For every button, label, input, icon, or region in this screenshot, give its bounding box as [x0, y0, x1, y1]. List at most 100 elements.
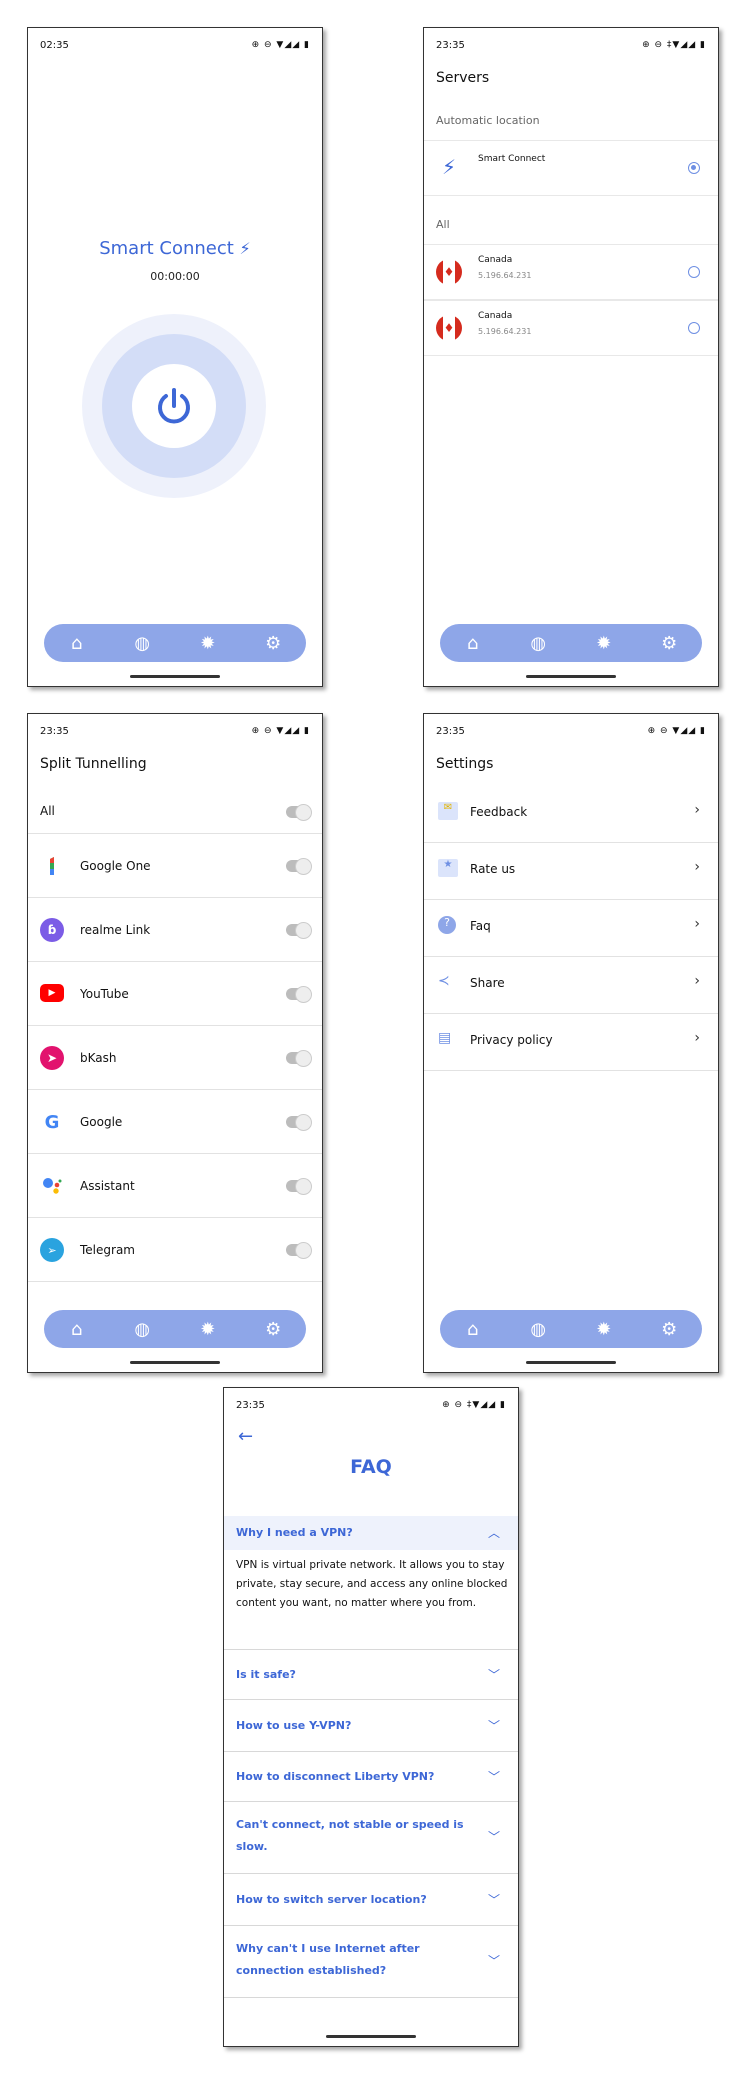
flame-icon[interactable]: ✹	[589, 633, 619, 654]
faq-question: How to switch server location?	[236, 1893, 427, 1906]
bolt-icon: ⚡	[239, 239, 251, 258]
app-label: bKash	[80, 1051, 117, 1065]
home-icon[interactable]: ⌂	[458, 1319, 488, 1340]
home-icon[interactable]: ⌂	[62, 1319, 92, 1340]
server-name: Canada	[478, 311, 513, 321]
server-radio[interactable]	[688, 162, 700, 174]
canada-flag-icon: ♦	[436, 259, 462, 285]
app-label: Assistant	[80, 1179, 135, 1193]
toggle-switch[interactable]	[286, 858, 312, 875]
settings-item-privacy[interactable]: ▤ Privacy policy ›	[424, 1014, 718, 1071]
settings-item-rate-us[interactable]: ★ Rate us ›	[424, 843, 718, 900]
faq-question: How to use Y-VPN?	[236, 1719, 352, 1732]
status-icons: ⊕ ⊖ ▼◢◢ ▮	[251, 40, 310, 50]
faq-question: How to disconnect Liberty VPN?	[236, 1770, 435, 1783]
settings-item-label: Rate us	[470, 862, 516, 876]
server-row[interactable]: ♦ Canada 5.196.64.231	[424, 300, 718, 356]
settings-item-label: Faq	[470, 919, 491, 933]
app-row-google[interactable]: G Google	[28, 1090, 322, 1154]
settings-item-label: Feedback	[470, 805, 528, 819]
toggle-switch[interactable]	[286, 1114, 312, 1131]
globe-icon[interactable]: ◍	[523, 1319, 553, 1340]
app-row-youtube[interactable]: ▶ YouTube	[28, 962, 322, 1026]
section-automatic: Automatic location	[436, 114, 540, 127]
split-row-all[interactable]: All	[28, 790, 322, 834]
assistant-icon	[40, 1174, 64, 1198]
toggle-switch[interactable]	[286, 1242, 312, 1259]
toggle-switch[interactable]	[286, 1178, 312, 1195]
home-icon[interactable]: ⌂	[458, 633, 488, 654]
status-icons: ⊕ ⊖ ‡▼◢◢ ▮	[442, 1400, 506, 1410]
server-row[interactable]: ♦ Canada 5.196.64.231	[424, 244, 718, 300]
flame-icon[interactable]: ✹	[589, 1319, 619, 1340]
gear-icon[interactable]: ⚙	[258, 1319, 288, 1340]
home-indicator	[526, 1361, 616, 1364]
toggle-switch[interactable]	[286, 1050, 312, 1067]
back-arrow-icon[interactable]: ←	[238, 1426, 253, 1447]
settings-item-share[interactable]: ≺ Share ›	[424, 957, 718, 1014]
status-icons: ⊕ ⊖ ‡▼◢◢ ▮	[642, 40, 706, 50]
bottom-nav: ⌂ ◍ ✹ ⚙	[440, 1310, 702, 1348]
google-one-icon	[40, 854, 64, 878]
faq-item[interactable]: Is it safe? ﹀	[224, 1650, 518, 1700]
chevron-up-icon: ︿	[487, 1526, 500, 1540]
globe-icon[interactable]: ◍	[127, 633, 157, 654]
faq-item[interactable]: How to switch server location? ﹀	[224, 1874, 518, 1926]
globe-icon[interactable]: ◍	[523, 633, 553, 654]
faq-question: Why can't I use Internet after connectio…	[236, 1942, 420, 1977]
server-radio[interactable]	[688, 266, 700, 278]
gear-icon[interactable]: ⚙	[654, 633, 684, 654]
feedback-icon: ✉	[438, 802, 458, 820]
flame-icon[interactable]: ✹	[193, 1319, 223, 1340]
status-bar: 23:35 ⊕ ⊖ ▼◢◢ ▮	[28, 714, 322, 742]
status-time: 23:35	[436, 40, 465, 51]
app-row-realme-link[interactable]: ɓ realme Link	[28, 898, 322, 962]
app-label: Google	[80, 1115, 123, 1129]
settings-item-faq[interactable]: ? Faq ›	[424, 900, 718, 957]
app-label: realme Link	[80, 923, 151, 937]
status-time: 02:35	[40, 40, 69, 51]
toggle-switch[interactable]	[286, 986, 312, 1003]
chevron-right-icon: ›	[694, 859, 700, 875]
gear-icon[interactable]: ⚙	[258, 633, 288, 654]
globe-icon[interactable]: ◍	[127, 1319, 157, 1340]
server-name: Canada	[478, 255, 513, 265]
page-title: Servers	[436, 70, 490, 86]
app-label: Google One	[80, 859, 151, 873]
settings-item-feedback[interactable]: ✉ Feedback ›	[424, 786, 718, 843]
chevron-down-icon: ﹀	[487, 1770, 500, 1784]
app-row-bkash[interactable]: ➤ bKash	[28, 1026, 322, 1090]
status-icons: ⊕ ⊖ ▼◢◢ ▮	[647, 726, 706, 736]
faq-item[interactable]: How to use Y-VPN? ﹀	[224, 1700, 518, 1752]
chevron-down-icon: ﹀	[487, 1719, 500, 1733]
faq-item[interactable]: Why can't I use Internet after connectio…	[224, 1926, 518, 1998]
bkash-icon: ➤	[40, 1046, 64, 1070]
chevron-down-icon: ﹀	[487, 1830, 500, 1844]
home-icon[interactable]: ⌂	[62, 633, 92, 654]
app-row-assistant[interactable]: Assistant	[28, 1154, 322, 1218]
power-button[interactable]	[132, 364, 216, 448]
toggle-switch[interactable]	[286, 922, 312, 939]
app-row-telegram[interactable]: ➢ Telegram	[28, 1218, 322, 1282]
chevron-down-icon: ﹀	[487, 1954, 500, 1968]
server-row-smart[interactable]: ⚡ Smart Connect	[424, 140, 718, 196]
home-indicator	[326, 2035, 416, 2038]
app-row-google-one[interactable]: Google One	[28, 834, 322, 898]
status-bar: 23:35 ⊕ ⊖ ▼◢◢ ▮	[424, 714, 718, 742]
bottom-nav: ⌂ ◍ ✹ ⚙	[440, 624, 702, 662]
rate-icon: ★	[438, 859, 458, 877]
faq-item[interactable]: Can't connect, not stable or speed is sl…	[224, 1802, 518, 1874]
chevron-right-icon: ›	[694, 1030, 700, 1046]
home-indicator	[130, 1361, 220, 1364]
gear-icon[interactable]: ⚙	[654, 1319, 684, 1340]
status-time: 23:35	[436, 726, 465, 737]
server-radio[interactable]	[688, 322, 700, 334]
settings-item-label: Share	[470, 976, 505, 990]
smart-connect-title: Smart Connect ⚡	[99, 238, 251, 259]
toggle-switch[interactable]	[286, 804, 312, 821]
faq-item-expanded[interactable]: Why I need a VPN? ︿ VPN is virtual priva…	[224, 1516, 518, 1650]
faq-item[interactable]: How to disconnect Liberty VPN? ﹀	[224, 1752, 518, 1802]
flame-icon[interactable]: ✹	[193, 633, 223, 654]
youtube-icon: ▶	[40, 984, 64, 1002]
bottom-nav: ⌂ ◍ ✹ ⚙	[44, 1310, 306, 1348]
